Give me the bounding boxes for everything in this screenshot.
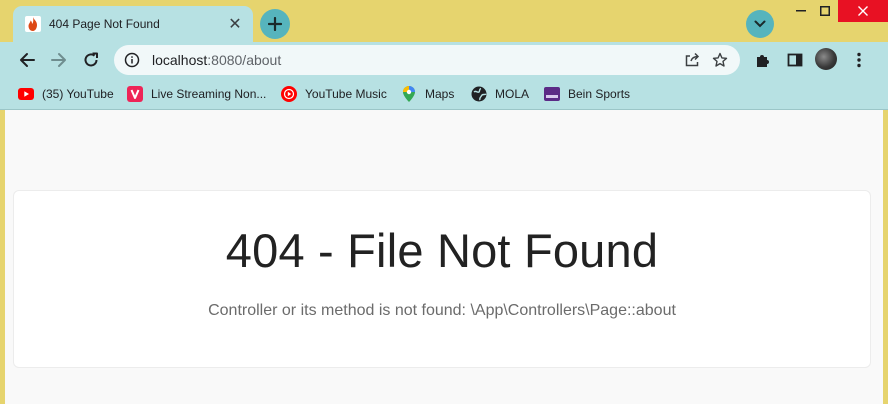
share-icon[interactable] — [678, 46, 706, 74]
side-panel-icon[interactable] — [781, 46, 809, 74]
bookmark-label: MOLA — [495, 87, 530, 101]
back-button[interactable] — [13, 46, 41, 74]
reload-icon — [84, 52, 98, 67]
bookmark-maps[interactable]: Maps — [401, 82, 454, 106]
extensions-icon[interactable] — [749, 46, 777, 74]
close-window-button[interactable] — [838, 0, 888, 22]
bookmark-bein-sports[interactable]: Bein Sports — [544, 82, 630, 106]
bookmark-label: (35) YouTube — [42, 87, 114, 101]
error-card: 404 - File Not Found Controller or its m… — [13, 190, 871, 368]
address-bar[interactable]: localhost:8080/about — [114, 45, 740, 75]
arrow-left-icon — [20, 53, 35, 67]
page-viewport: 404 - File Not Found Controller or its m… — [5, 110, 883, 404]
minimize-icon — [796, 10, 806, 12]
error-message: Controller or its method is not found: \… — [208, 302, 676, 319]
bookmark-youtube-music[interactable]: YouTube Music — [281, 82, 387, 106]
maximize-icon — [820, 6, 830, 16]
url-host: localhost — [152, 52, 208, 68]
arrow-right-icon — [51, 53, 66, 67]
close-icon — [858, 6, 868, 16]
bookmark-youtube[interactable]: (35) YouTube — [18, 82, 114, 106]
forward-button[interactable] — [45, 46, 73, 74]
url-text[interactable]: localhost:8080/about — [152, 52, 678, 68]
bookmark-live-streaming[interactable]: Live Streaming Non... — [127, 82, 266, 106]
url-path: :8080/about — [207, 52, 282, 68]
bookmarks-bar: (35) YouTube Live Streaming Non... YouTu… — [0, 78, 888, 110]
tab-close-icon[interactable]: ✕ — [225, 14, 245, 34]
maps-pin-icon — [401, 86, 417, 102]
toolbar: localhost:8080/about — [0, 42, 888, 78]
bookmark-star-icon[interactable] — [706, 46, 734, 74]
bein-sports-icon — [544, 86, 560, 102]
maximize-button[interactable] — [810, 0, 840, 22]
tab-strip: 404 Page Not Found ✕ — [0, 0, 888, 42]
new-tab-button[interactable] — [260, 9, 290, 39]
bookmark-label: Maps — [425, 87, 455, 101]
youtube-icon — [18, 86, 34, 102]
plus-icon — [268, 17, 282, 31]
vidio-icon — [127, 86, 143, 102]
tab-title: 404 Page Not Found — [49, 17, 160, 31]
bookmark-label: YouTube Music — [305, 87, 387, 101]
menu-kebab-icon[interactable] — [845, 46, 873, 74]
youtube-music-icon — [281, 86, 297, 102]
globe-icon — [471, 86, 487, 102]
tab-active[interactable]: 404 Page Not Found ✕ — [13, 6, 253, 42]
info-icon[interactable] — [124, 52, 140, 68]
flame-icon — [25, 16, 41, 32]
tab-search-button[interactable] — [746, 10, 774, 38]
chevron-down-icon — [754, 20, 766, 28]
bookmark-mola[interactable]: MOLA — [471, 82, 529, 106]
reload-button[interactable] — [77, 46, 105, 74]
browser-window: 404 Page Not Found ✕ localhost:8080/abou… — [0, 0, 888, 404]
profile-avatar[interactable] — [815, 48, 837, 70]
bookmark-label: Bein Sports — [568, 87, 631, 101]
error-heading: 404 - File Not Found — [225, 224, 659, 277]
bookmark-label: Live Streaming Non... — [151, 87, 267, 101]
